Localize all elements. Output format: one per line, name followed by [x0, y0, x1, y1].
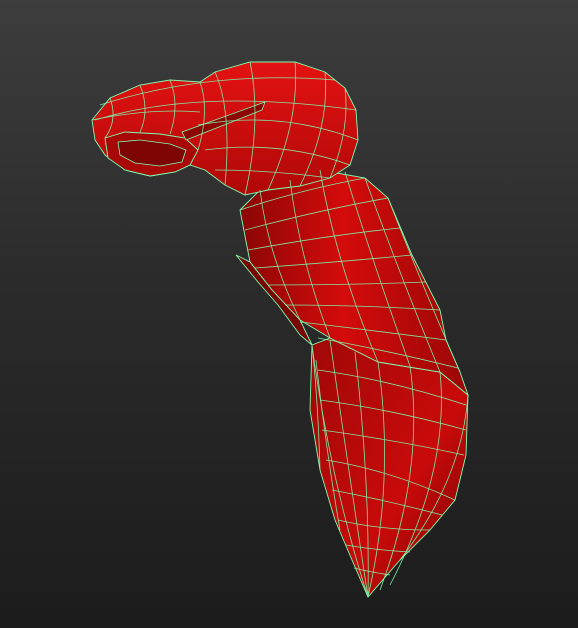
mesh-lower-section: [309, 337, 469, 598]
mesh-upper-section: [91, 61, 359, 196]
3d-viewport[interactable]: [0, 0, 578, 628]
mesh-render[interactable]: [0, 0, 578, 628]
